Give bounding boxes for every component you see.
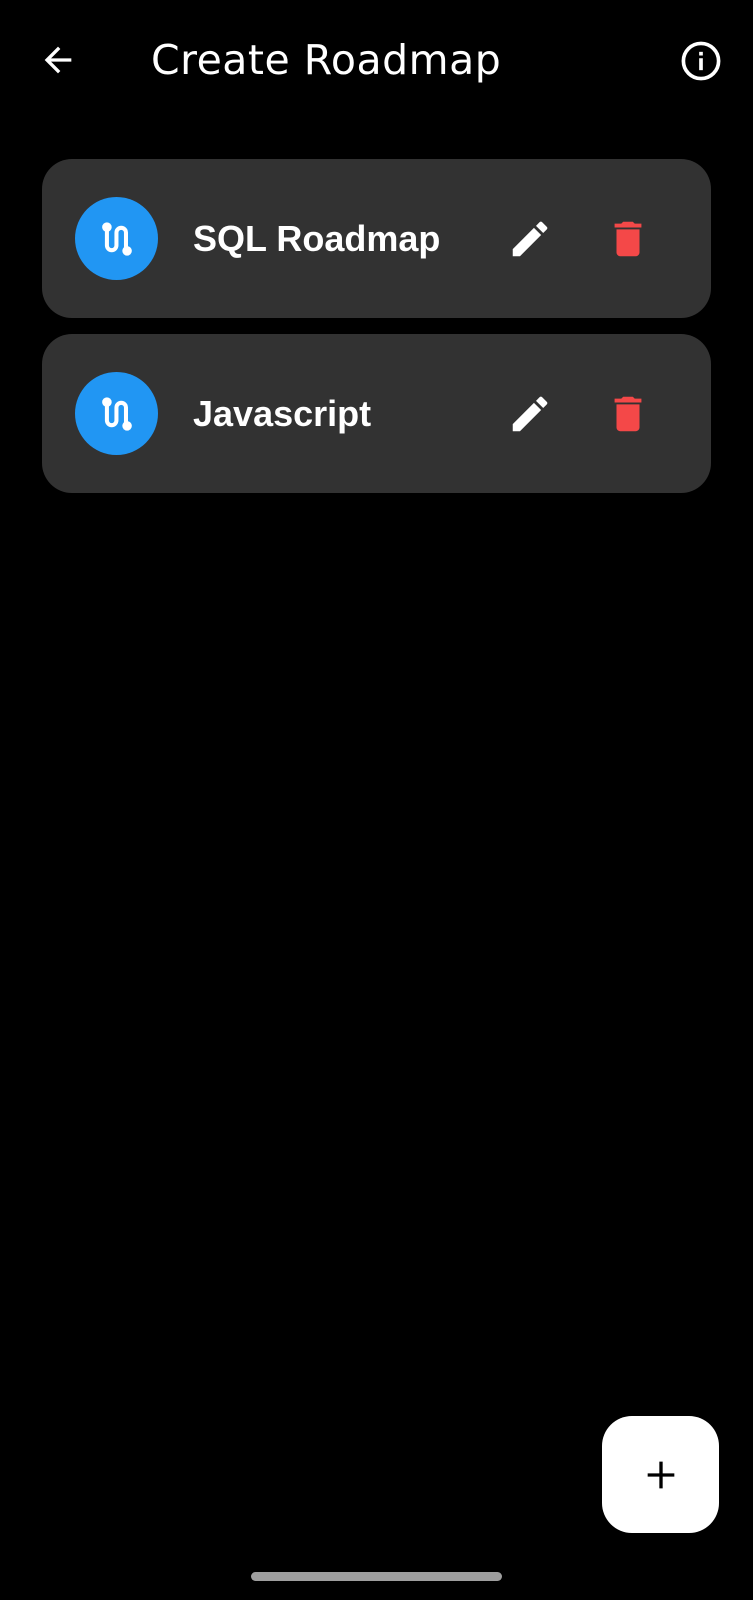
- info-button[interactable]: [678, 38, 724, 84]
- roadmap-avatar: [75, 197, 158, 280]
- roadmap-name: SQL Roadmap: [193, 218, 441, 259]
- delete-button[interactable]: [600, 211, 656, 267]
- roadmap-list: SQL Roadmap Javascript: [42, 159, 711, 509]
- trash-icon: [614, 221, 642, 257]
- plus-icon: [647, 1461, 674, 1488]
- edit-button[interactable]: [502, 386, 558, 442]
- pencil-icon: [512, 221, 548, 257]
- home-indicator[interactable]: [251, 1572, 502, 1581]
- edit-button[interactable]: [502, 211, 558, 267]
- arrow-back-icon: [44, 46, 72, 74]
- back-button[interactable]: [36, 38, 80, 82]
- route-icon: [101, 396, 132, 431]
- page-title: Create Roadmap: [151, 36, 502, 84]
- app-bar: Create Roadmap: [0, 0, 753, 120]
- info-outline-icon: [681, 41, 721, 81]
- roadmap-card[interactable]: SQL Roadmap: [42, 159, 711, 318]
- roadmap-name: Javascript: [193, 393, 372, 434]
- route-icon: [101, 221, 132, 256]
- roadmap-card[interactable]: Javascript: [42, 334, 711, 493]
- roadmap-avatar: [75, 372, 158, 455]
- delete-button[interactable]: [600, 386, 656, 442]
- trash-icon: [614, 396, 642, 432]
- add-roadmap-button[interactable]: [602, 1416, 719, 1533]
- pencil-icon: [512, 396, 548, 432]
